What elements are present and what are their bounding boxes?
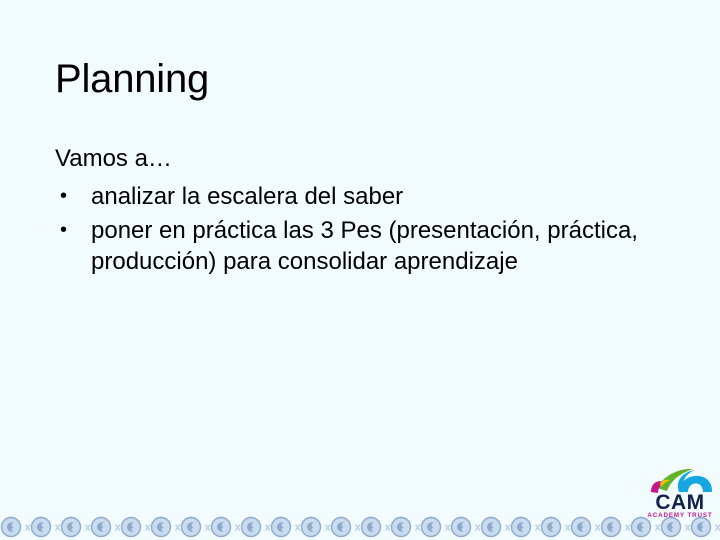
page-title: Planning [55,57,210,101]
logo-wordmark: CAM [655,491,704,514]
list-item-label: poner en práctica las 3 Pes (presentació… [91,217,638,275]
slide-canvas: Planning Vamos a… • analizar la escalera… [0,0,720,540]
logo-swoosh-icon [651,468,713,493]
bullet-point-icon: • [60,185,68,207]
globe-face-pattern [0,516,720,538]
bullet-point-icon: • [60,219,68,241]
intro-text: Vamos a… [55,145,172,172]
slide-body: Vamos a… • analizar la escalera del sabe… [55,143,655,280]
list-item-label: analizar la escalera del saber [91,183,404,210]
list-item: • analizar la escalera del saber [55,181,655,212]
bullet-list: • analizar la escalera del saber • poner… [55,181,655,277]
list-item: • poner en práctica las 3 Pes (presentac… [55,215,655,277]
footer-decoration-strip [0,514,720,540]
cam-academy-trust-logo: CAM ACADEMY TRUST [645,458,715,520]
